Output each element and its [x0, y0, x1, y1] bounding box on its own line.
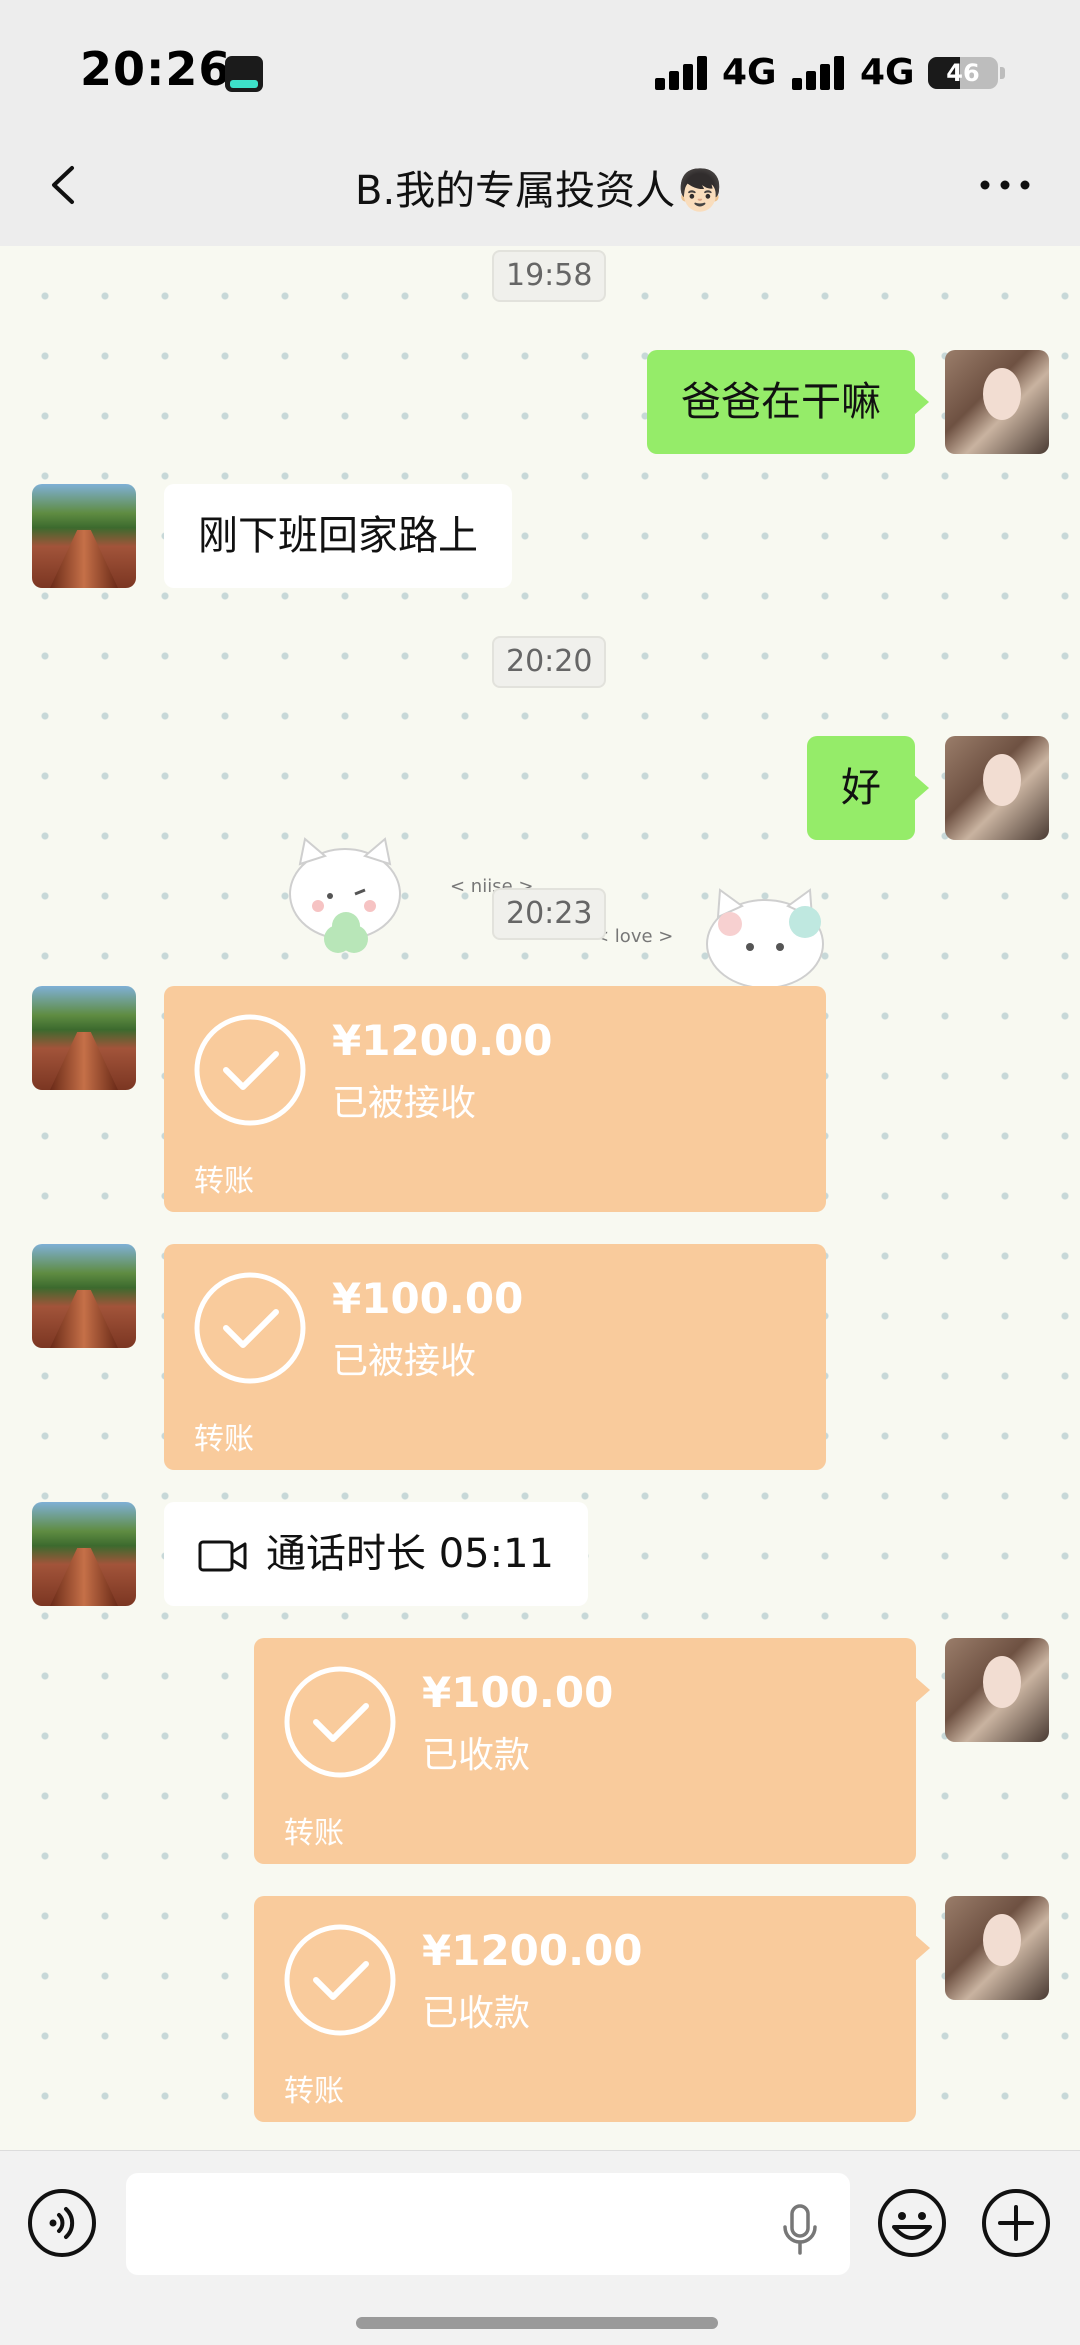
avatar-self[interactable]	[945, 350, 1049, 454]
check-circle-icon	[284, 1924, 396, 2036]
transfer-label: 转账	[284, 1816, 344, 1851]
transfer-status: 已收款	[422, 1993, 531, 2034]
transfer-status: 已收款	[422, 1735, 531, 1776]
chat-title[interactable]: B.我的专属投资人👦🏻	[0, 158, 1080, 216]
transfer-card[interactable]: ¥1200.00 已收款 转账	[254, 1896, 930, 2122]
transfer-card[interactable]: ¥100.00 已收款 转账	[254, 1638, 930, 1864]
avatar-self[interactable]	[945, 736, 1049, 840]
transfer-amount: ¥1200.00	[422, 1926, 643, 1975]
message-bubble-contact[interactable]: 刚下班回家路上	[164, 484, 512, 588]
check-circle-icon	[284, 1666, 396, 1778]
network-type-2: 4G	[860, 52, 915, 93]
timestamp: 19:58	[492, 250, 607, 302]
app-notification-icon	[225, 56, 263, 92]
battery-cap	[1000, 67, 1005, 79]
message-bubble-self[interactable]: 爸爸在干嘛	[647, 350, 929, 454]
transfer-label: 转账	[194, 1422, 254, 1457]
check-circle-icon	[194, 1014, 306, 1126]
message-bubble-self[interactable]: 好	[807, 736, 929, 840]
more-icon	[980, 180, 1030, 190]
transfer-status: 已被接收	[332, 1341, 477, 1382]
video-call-icon	[198, 1540, 247, 1572]
cat-sticker-icon	[289, 837, 401, 953]
transfer-amount: ¥1200.00	[332, 1016, 553, 1065]
avatar-contact[interactable]	[32, 1244, 136, 1348]
status-bar: 20:26 4G 4G 46	[0, 0, 1080, 130]
more-button[interactable]	[975, 160, 1035, 210]
avatar-contact[interactable]	[32, 484, 136, 588]
timestamp: 20:20	[492, 636, 607, 688]
avatar-self[interactable]	[945, 1896, 1049, 2000]
transfer-amount: ¥100.00	[422, 1668, 614, 1717]
signal-icon-2	[792, 56, 848, 90]
emoji-icon[interactable]	[876, 2187, 948, 2259]
transfer-amount: ¥100.00	[332, 1274, 524, 1323]
chat-header: B.我的专属投资人👦🏻	[0, 130, 1080, 246]
mic-icon[interactable]	[780, 2203, 820, 2257]
check-circle-icon	[194, 1272, 306, 1384]
transfer-label: 转账	[194, 1164, 254, 1199]
avatar-self[interactable]	[945, 1638, 1049, 1742]
input-bar	[0, 2150, 1080, 2345]
transfer-card[interactable]: ¥1200.00 已被接收 转账	[164, 986, 826, 1212]
home-indicator[interactable]	[356, 2317, 718, 2329]
timestamp: 20:23	[492, 888, 607, 940]
network-type-1: 4G	[722, 52, 777, 93]
cat-sticker-icon	[706, 888, 824, 989]
avatar-contact[interactable]	[32, 986, 136, 1090]
voice-icon[interactable]	[26, 2187, 98, 2259]
battery-level: 46	[946, 59, 980, 87]
message-input[interactable]	[126, 2173, 850, 2275]
status-time: 20:26	[80, 42, 232, 96]
chat-area[interactable]: 19:58 爸爸在干嘛 刚下班回家路上 20:20 好 < niise > < …	[0, 246, 1080, 2150]
transfer-card[interactable]: ¥100.00 已被接收 转账	[164, 1244, 826, 1470]
transfer-status: 已被接收	[332, 1083, 477, 1124]
battery-icon: 46	[928, 57, 998, 89]
call-record-bubble[interactable]: 通话时长 05:11	[164, 1502, 588, 1606]
plus-icon[interactable]	[980, 2187, 1052, 2259]
transfer-label: 转账	[284, 2074, 344, 2109]
avatar-contact[interactable]	[32, 1502, 136, 1606]
signal-icon	[655, 56, 711, 90]
call-duration-text: 通话时长 05:11	[266, 1531, 554, 1577]
